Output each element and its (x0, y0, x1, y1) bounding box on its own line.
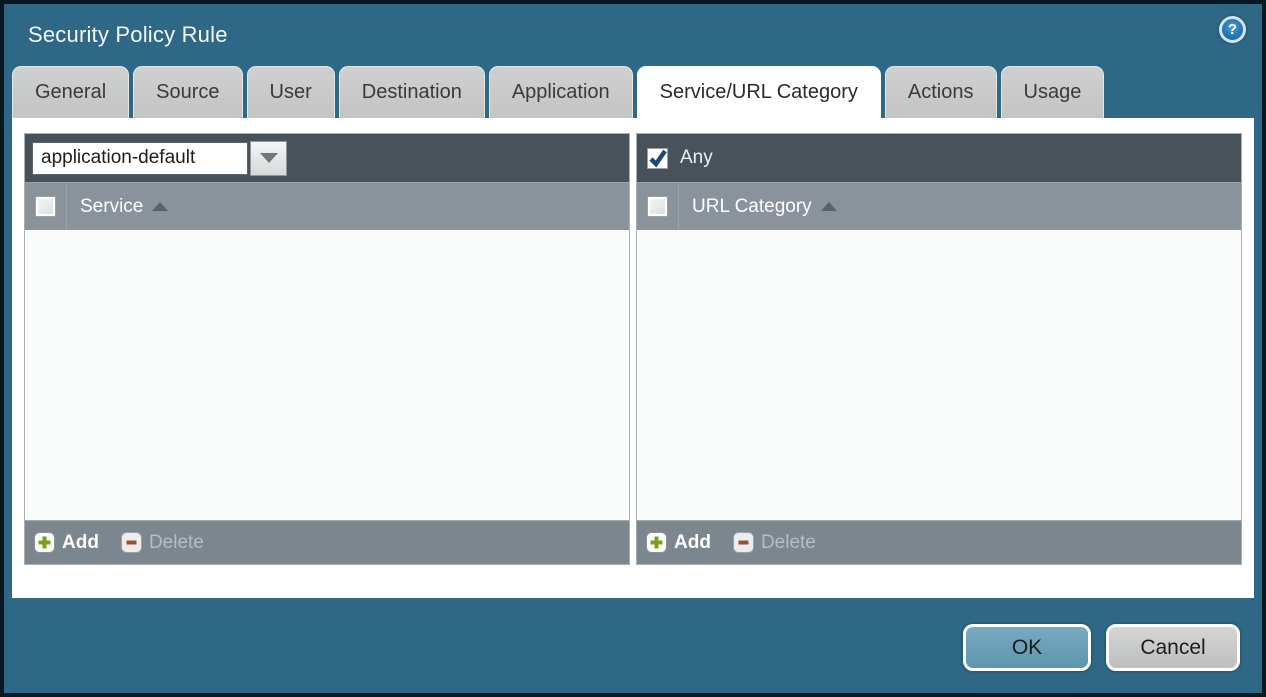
url-category-header-checkbox-cell (637, 183, 679, 230)
url-category-table-header: URL Category (637, 182, 1241, 230)
tab-application[interactable]: Application (489, 66, 633, 118)
minus-icon (733, 532, 754, 553)
minus-icon (121, 532, 142, 553)
service-select-all-checkbox[interactable] (35, 196, 56, 217)
ok-button[interactable]: OK (963, 624, 1091, 671)
url-category-delete-button[interactable]: Delete (733, 532, 816, 554)
help-icon[interactable]: ? (1219, 16, 1246, 43)
service-column-header[interactable]: Service (67, 196, 168, 218)
dialog-footer: OK Cancel (4, 598, 1262, 693)
sort-ascending-icon (152, 202, 168, 211)
service-table-body (25, 230, 629, 520)
service-column-label: Service (80, 196, 143, 218)
any-checkbox[interactable] (647, 148, 668, 169)
sort-ascending-icon (821, 202, 837, 211)
url-category-any-bar: Any (637, 134, 1241, 182)
url-category-column-label: URL Category (692, 196, 812, 218)
service-mode-dropdown-button[interactable] (250, 141, 287, 176)
titlebar: Security Policy Rule ? (4, 4, 1262, 66)
tab-source[interactable]: Source (133, 66, 242, 118)
url-category-table-footer: Add Delete (637, 520, 1241, 564)
service-mode-input[interactable] (32, 142, 248, 175)
cancel-button[interactable]: Cancel (1106, 624, 1240, 671)
page-title: Security Policy Rule (28, 22, 228, 48)
service-header-checkbox-cell (25, 183, 67, 230)
security-policy-rule-dialog: Security Policy Rule ? General Source Us… (0, 0, 1266, 697)
delete-button-label: Delete (149, 532, 204, 554)
plus-icon (34, 532, 55, 553)
any-row: Any (644, 147, 713, 169)
service-delete-button[interactable]: Delete (121, 532, 204, 554)
service-panel: Service Add Dele (24, 133, 630, 565)
tab-service-url-category[interactable]: Service/URL Category (637, 66, 881, 118)
service-mode-bar (25, 134, 629, 182)
url-category-panel: Any URL Category Add (636, 133, 1242, 565)
tab-user[interactable]: User (247, 66, 335, 118)
url-category-select-all-checkbox[interactable] (647, 196, 668, 217)
service-table-header: Service (25, 182, 629, 230)
service-table-footer: Add Delete (25, 520, 629, 564)
tab-bar: General Source User Destination Applicat… (4, 66, 1262, 118)
delete-button-label: Delete (761, 532, 816, 554)
tab-usage[interactable]: Usage (1001, 66, 1105, 118)
check-icon (648, 149, 667, 168)
url-category-add-button[interactable]: Add (646, 532, 711, 554)
tab-content: Service Add Dele (12, 118, 1254, 598)
tab-destination[interactable]: Destination (339, 66, 485, 118)
add-button-label: Add (62, 532, 99, 554)
url-category-column-header[interactable]: URL Category (679, 196, 837, 218)
service-add-button[interactable]: Add (34, 532, 99, 554)
any-checkbox-label: Any (680, 147, 713, 169)
add-button-label: Add (674, 532, 711, 554)
tab-actions[interactable]: Actions (885, 66, 997, 118)
url-category-table-body (637, 230, 1241, 520)
plus-icon (646, 532, 667, 553)
tab-general[interactable]: General (12, 66, 129, 118)
chevron-down-icon (260, 153, 278, 163)
